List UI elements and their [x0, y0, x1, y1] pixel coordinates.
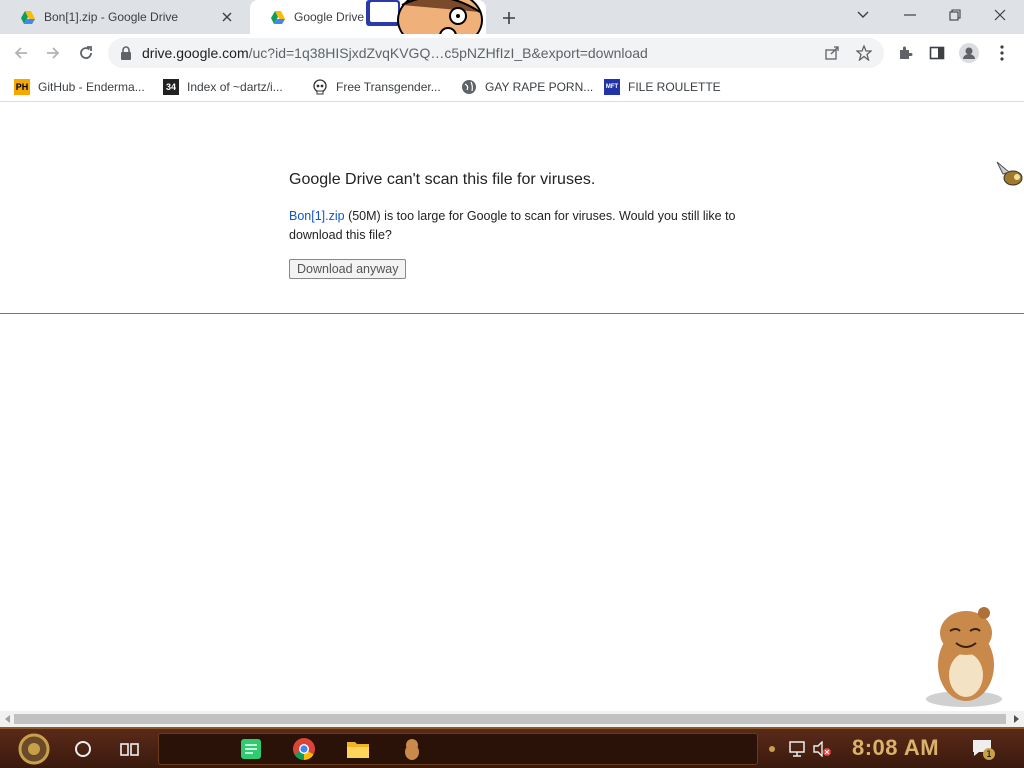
file-link[interactable]: Bon[1].zip: [289, 209, 345, 223]
task-view-icon[interactable]: [116, 733, 144, 765]
message-text: (50M) is too large for Google to scan fo…: [289, 209, 736, 242]
taskbar: 8:08 AM 1: [0, 727, 1024, 768]
minimize-button[interactable]: [896, 4, 924, 26]
reload-button[interactable]: [73, 40, 99, 66]
extensions-icon[interactable]: [894, 42, 916, 64]
page-title: Google Drive can't scan this file for vi…: [289, 171, 596, 188]
tab-search-icon[interactable]: [849, 4, 877, 26]
address-bar[interactable]: drive.google.com/uc?id=1q38HISjxdZvqKVGQ…: [108, 38, 884, 68]
tab-strip: Bon[1].zip - Google Drive Google Drive -: [0, 0, 1024, 34]
new-tab-button[interactable]: [498, 7, 520, 29]
tab-bon-zip[interactable]: Bon[1].zip - Google Drive: [0, 0, 246, 34]
start-button[interactable]: [14, 733, 54, 765]
browser-toolbar: drive.google.com/uc?id=1q38HISjxdZvqKVGQ…: [0, 34, 1024, 72]
lock-icon[interactable]: [118, 45, 134, 61]
google-drive-icon: [21, 11, 35, 24]
34-logo-icon: 34: [163, 79, 179, 95]
close-tab-icon[interactable]: [218, 8, 236, 26]
url-text[interactable]: drive.google.com/uc?id=1q38HISjxdZvqKVGQ…: [142, 45, 648, 61]
profile-avatar-icon[interactable]: [958, 42, 980, 64]
scrollbar-thumb[interactable]: [14, 714, 1006, 724]
kebab-menu-icon[interactable]: [991, 42, 1013, 64]
bookmark-gay-rape[interactable]: GAY RAPE PORN...: [461, 77, 593, 97]
warning-message: Bon[1].zip (50M) is too large for Google…: [289, 207, 749, 245]
bookmark-index-dartz[interactable]: 34 Index of ~dartz/i...: [163, 77, 283, 97]
back-button[interactable]: [8, 40, 34, 66]
bookmark-file-roulette[interactable]: MFT FILE ROULETTE: [604, 77, 721, 97]
notification-count: 1: [986, 750, 992, 760]
bookmark-star-icon[interactable]: [854, 43, 874, 63]
close-window-button[interactable]: [986, 4, 1014, 26]
horizontal-rule: [0, 313, 1024, 314]
google-drive-icon: [271, 11, 285, 24]
bee-sticker: [996, 161, 1023, 186]
side-panel-icon[interactable]: [926, 42, 948, 64]
horizontal-scrollbar[interactable]: [0, 711, 1024, 727]
globe-icon: [461, 79, 477, 95]
scroll-left-arrow-icon[interactable]: [4, 715, 12, 723]
forward-button[interactable]: [40, 40, 66, 66]
notifications-icon[interactable]: 1: [968, 733, 998, 765]
download-anyway-button[interactable]: Download anyway: [289, 259, 407, 279]
ph-logo-icon: PH: [14, 79, 30, 95]
volume-muted-icon[interactable]: [810, 733, 834, 765]
show-hidden-icons-icon[interactable]: [766, 733, 778, 765]
hamster-app-icon[interactable]: [398, 733, 426, 765]
restore-button[interactable]: [941, 4, 969, 26]
chrome-icon[interactable]: [290, 733, 318, 765]
bookmark-github[interactable]: PH GitHub - Enderma...: [14, 77, 145, 97]
tab-title: Bon[1].zip - Google Drive: [44, 10, 179, 24]
search-circle-icon[interactable]: [70, 733, 96, 765]
bookmarks-bar: PH GitHub - Enderma... 34 Index of ~dart…: [0, 72, 1024, 102]
share-icon[interactable]: [822, 43, 842, 63]
scroll-right-arrow-icon[interactable]: [1012, 715, 1020, 723]
file-explorer-icon[interactable]: [344, 733, 372, 765]
page-content: Google Drive can't scan this file for vi…: [0, 103, 1024, 711]
mft-logo-icon: MFT: [604, 79, 620, 95]
hamster-sticker: [926, 607, 1002, 707]
skull-icon: [312, 79, 328, 95]
bookmark-free-transgender[interactable]: Free Transgender...: [312, 77, 441, 97]
notes-app-icon[interactable]: [238, 733, 264, 765]
network-icon[interactable]: [786, 733, 808, 765]
taskbar-clock[interactable]: 8:08 AM: [852, 735, 939, 761]
